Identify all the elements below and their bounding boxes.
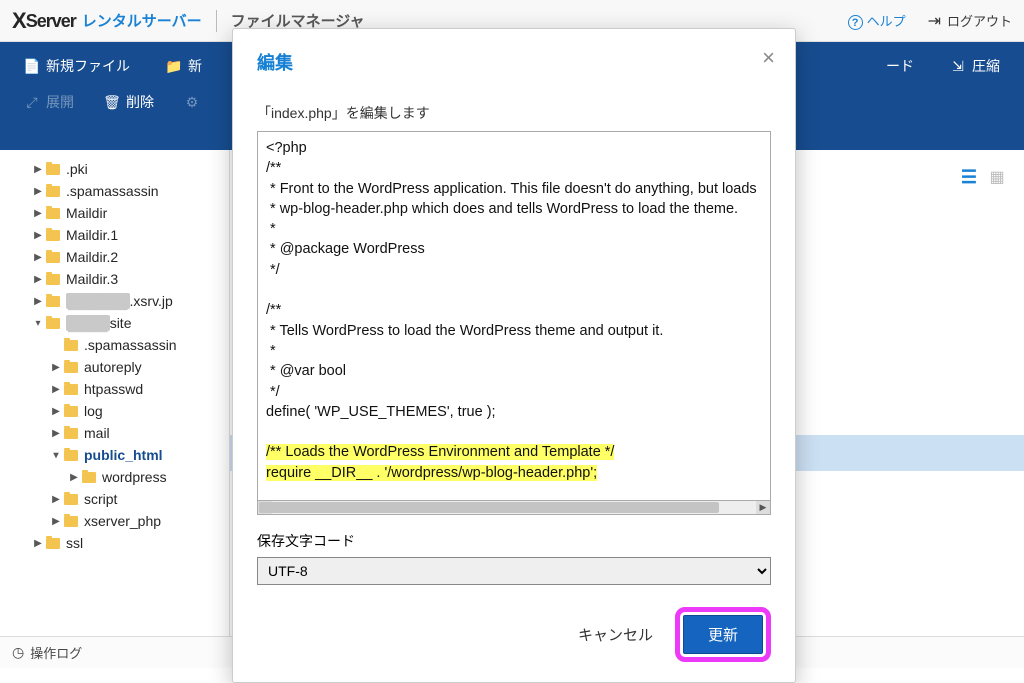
modal-title: 編集 (257, 49, 771, 75)
update-button[interactable]: 更新 (683, 615, 763, 654)
scrollbar-thumb[interactable] (259, 502, 719, 513)
encoding-select[interactable]: UTF-8 (257, 557, 771, 585)
update-highlight: 更新 (675, 607, 771, 662)
cancel-button[interactable]: キャンセル (578, 624, 653, 645)
editing-filename-label: 「index.php」を編集します (257, 103, 771, 123)
close-icon[interactable]: × (762, 45, 775, 71)
horizontal-scrollbar[interactable]: ◀ ▶ (257, 501, 771, 515)
edit-modal: 編集 × 「index.php」を編集します <?php /** * Front… (232, 28, 796, 683)
code-editor[interactable]: <?php /** * Front to the WordPress appli… (257, 131, 771, 501)
encoding-label: 保存文字コード (257, 531, 771, 551)
scroll-right-icon[interactable]: ▶ (756, 501, 770, 514)
